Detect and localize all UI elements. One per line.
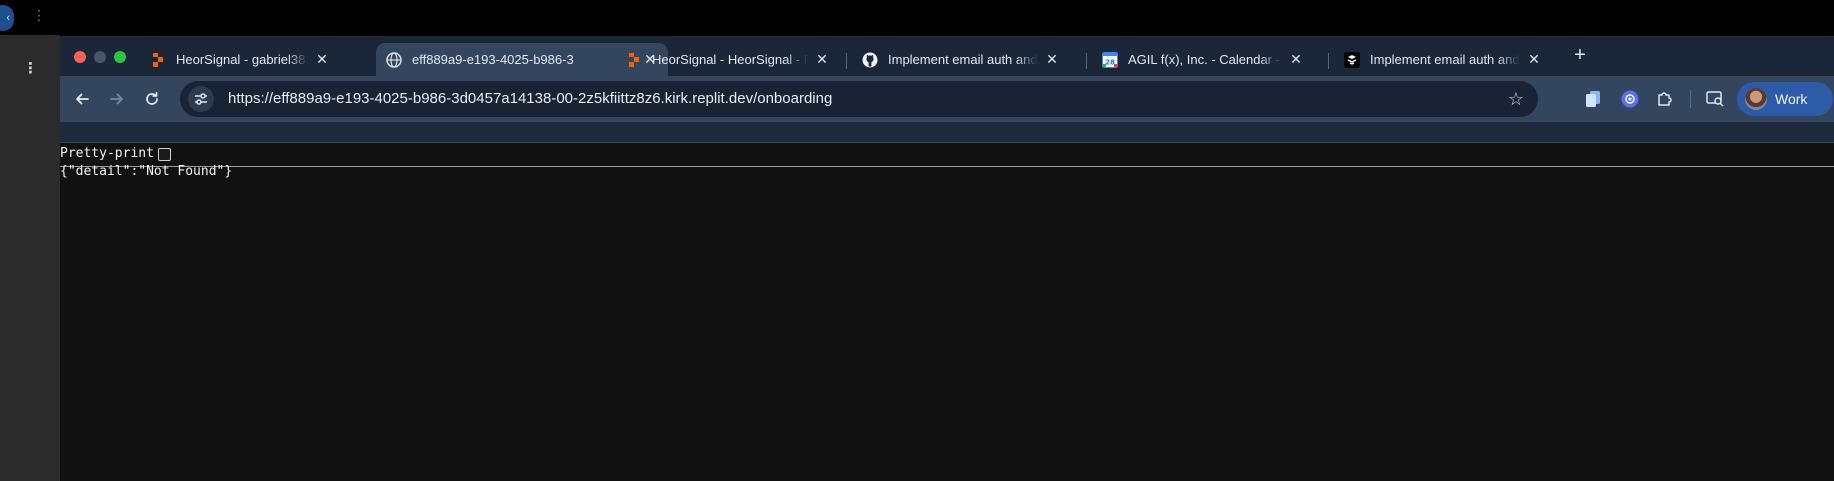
calendar-day-label: 28 [1105,58,1115,66]
tab-github-implement[interactable]: Implement email auth and upc ✕ [852,43,1070,76]
tab-heorsignal-repl[interactable]: HeorSignal - HeorSignal - Rep ✕ [616,43,840,76]
minimize-window-button[interactable] [94,51,106,63]
tab-title: AGIL f(x), Inc. - Calendar - W [1128,52,1282,67]
github-icon [862,52,878,68]
new-tab-button[interactable]: + [1568,44,1592,67]
json-response-text: {"detail":"Not Found"} [60,164,233,179]
extension-badge-icon[interactable] [1619,88,1641,110]
url-text[interactable]: https://eff889a9-e193-4025-b986-3d0457a1… [228,81,832,117]
tab-title: Implement email auth and upc [888,52,1038,67]
close-tab-icon[interactable]: ✕ [314,51,330,68]
pretty-print-bar: Pretty-print [60,143,1834,167]
toolbar-separator [1690,90,1691,108]
browser-window: HeorSignal - gabriel383-07-2 ✕ eff889a9-… [60,36,1834,143]
close-tab-icon[interactable]: ✕ [1044,51,1060,68]
tab-title: eff889a9-e193-4025-b986-3 [412,52,574,67]
more-vertical-icon[interactable]: ⋮ [32,8,46,22]
globe-icon [386,51,402,68]
tab-implement-email[interactable]: Implement email auth and upc ✕ [1334,43,1552,76]
screen-top-bar [60,0,1834,36]
arrow-right-icon [110,93,123,105]
tab-separator [846,53,847,69]
tab-title: HeorSignal - gabriel383-07-2 [176,52,308,67]
calendar-icon: 28 [1102,51,1118,68]
forward-button[interactable] [104,86,130,112]
documents-extension-icon[interactable] [1582,88,1604,110]
pretty-print-checkbox[interactable] [158,148,171,161]
replit-icon [626,52,642,68]
address-bar[interactable]: https://eff889a9-e193-4025-b986-3d0457a1… [180,81,1538,117]
reload-icon [146,91,158,105]
bookmark-star-icon[interactable]: ☆ [1508,89,1524,109]
tab-separator [1328,53,1329,69]
more-vertical-icon[interactable]: ⋮ [23,61,38,76]
browser-toolbar: https://eff889a9-e193-4025-b986-3d0457a1… [60,76,1834,122]
tab-title: Implement email auth and upc [1370,52,1520,67]
profile-label: Work [1775,91,1808,107]
maximize-window-button[interactable] [114,51,126,63]
page-content: Pretty-print {"detail":"Not Found"} [60,143,1834,481]
site-info-icon[interactable] [188,86,214,112]
tab-search-icon[interactable] [1704,88,1726,110]
tab-separator [1086,53,1087,69]
tab-strip: HeorSignal - gabriel383-07-2 ✕ eff889a9-… [60,36,1834,76]
close-tab-icon[interactable]: ✕ [1288,51,1304,68]
tab-calendar[interactable]: 28 AGIL f(x), Inc. - Calendar - W ✕ [1092,43,1314,76]
close-window-button[interactable] [74,51,86,63]
back-button[interactable] [69,86,95,112]
tab-heorsignal-gabriel[interactable]: HeorSignal - gabriel383-07-2 ✕ [140,43,340,76]
profile-button[interactable]: Work [1737,82,1833,116]
arrow-left-icon [76,93,89,105]
avatar [1745,88,1767,110]
tab-title: HeorSignal - HeorSignal - Rep [652,52,808,67]
close-tab-icon[interactable]: ✕ [814,51,830,68]
app-icon [1344,51,1360,68]
left-sidebar: ‹ ⋮ ⋮ [0,0,60,481]
reload-button[interactable] [139,86,165,112]
extensions-puzzle-icon[interactable] [1654,88,1676,110]
replit-icon [150,52,166,68]
close-tab-icon[interactable]: ✕ [1526,51,1542,68]
pretty-print-label: Pretty-print [60,146,154,161]
